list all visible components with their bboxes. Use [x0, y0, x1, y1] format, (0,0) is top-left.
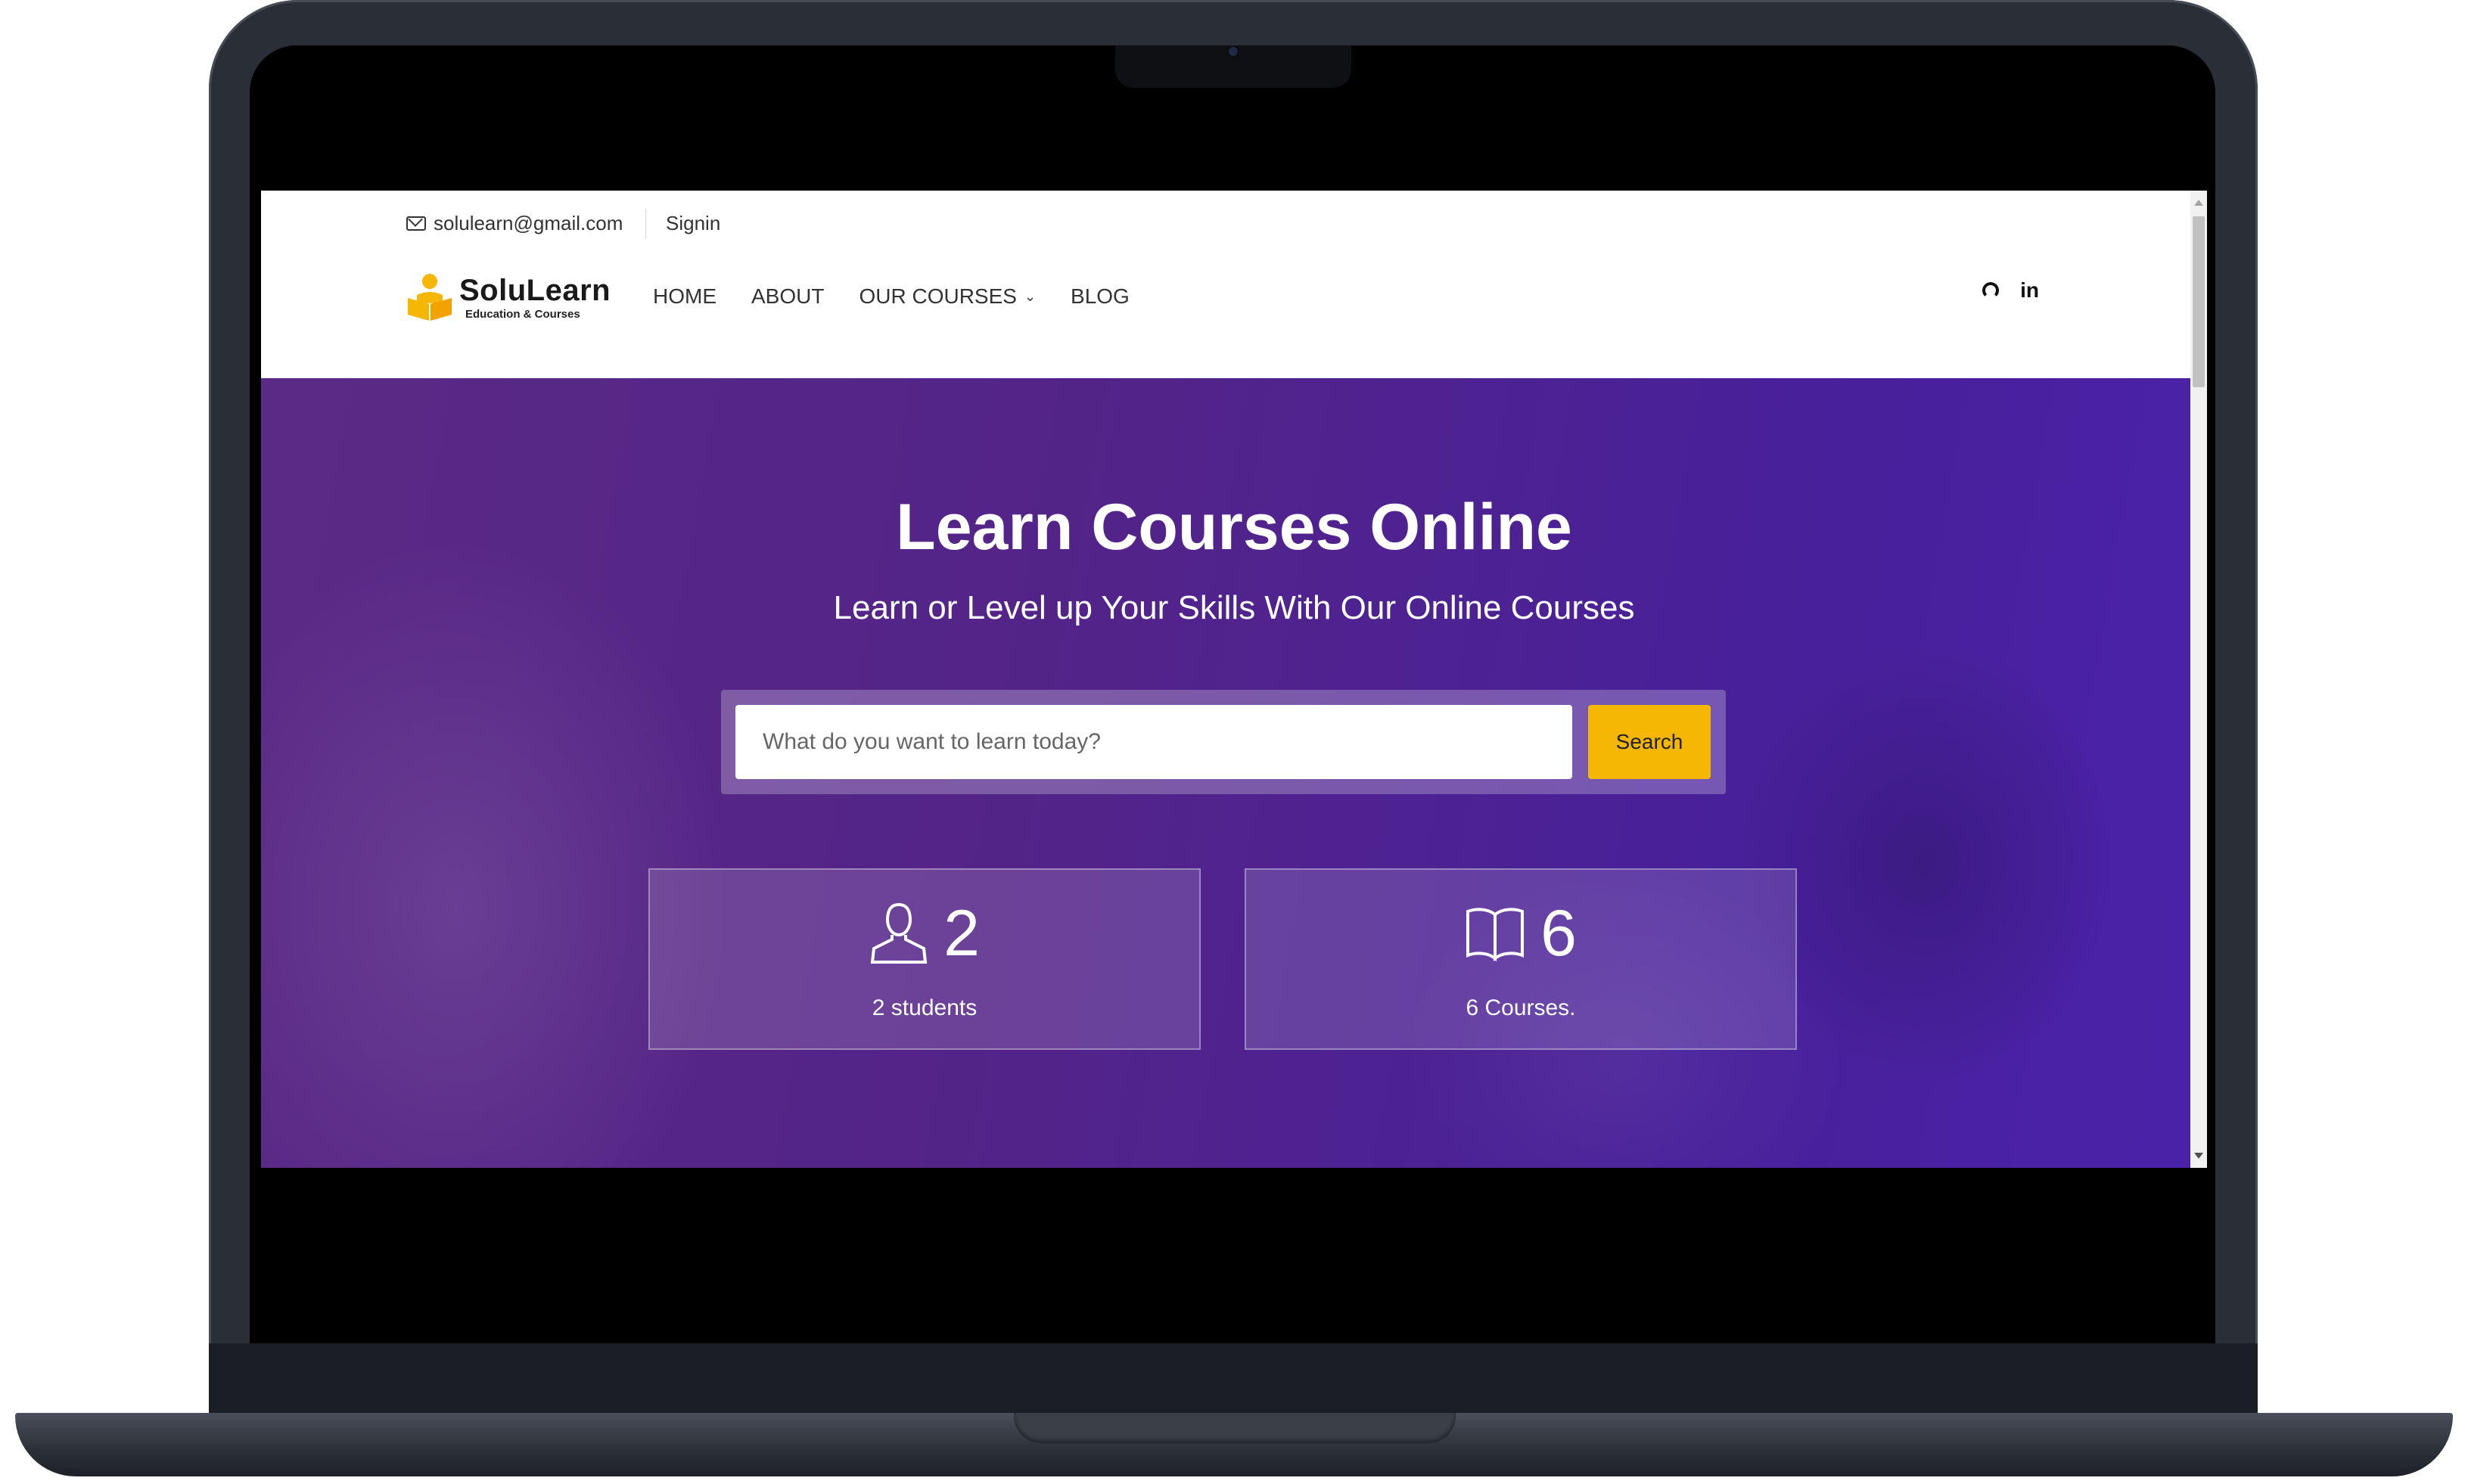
brand-name: SoluLearn — [459, 273, 611, 307]
nav-about[interactable]: ABOUT — [751, 281, 824, 312]
github-icon[interactable] — [1982, 282, 2000, 299]
camera-icon — [1229, 47, 1238, 56]
scroll-down-arrow-icon[interactable] — [2194, 1153, 2203, 1159]
top-bar-divider — [645, 209, 646, 239]
top-bar: solulearn@gmail.com Signin — [261, 191, 2207, 256]
search-form: Search — [721, 690, 1726, 794]
nav-home-label: HOME — [653, 284, 716, 308]
hero-subtitle: Learn or Level up Your Skills With Our O… — [833, 589, 1635, 626]
scroll-up-arrow-icon[interactable] — [2194, 200, 2203, 206]
nav-our-courses[interactable]: OUR COURSES ⌄ — [859, 281, 1036, 312]
nav-blog[interactable]: BLOG — [1071, 281, 1130, 312]
user-icon — [869, 902, 928, 965]
hero-title: Learn Courses Online — [896, 491, 1572, 563]
scroll-thumb[interactable] — [2193, 216, 2205, 387]
mail-icon — [406, 216, 426, 231]
nav-blog-label: BLOG — [1071, 284, 1130, 308]
search-input[interactable] — [735, 705, 1572, 779]
students-count: 2 — [943, 897, 980, 970]
nav-our-courses-label: OUR COURSES — [859, 284, 1017, 308]
site-logo[interactable]: SoluLearn Education & Courses — [406, 272, 611, 322]
nav-home[interactable]: HOME — [653, 281, 716, 312]
contact-email-text: solulearn@gmail.com — [434, 211, 623, 234]
laptop-chin — [209, 1343, 2258, 1419]
laptop-base-lip — [1014, 1413, 1456, 1443]
chevron-down-icon: ⌄ — [1024, 288, 1037, 304]
brand-tagline: Education & Courses — [465, 307, 580, 321]
students-label: 2 students — [872, 995, 978, 1020]
book-icon — [1465, 905, 1525, 961]
logo-reader-icon — [406, 272, 453, 322]
social-links: in — [1982, 278, 2039, 303]
linkedin-icon[interactable]: in — [2020, 278, 2039, 303]
main-nav: HOME ABOUT OUR COURSES ⌄ BLOG — [653, 281, 1164, 312]
courses-label: 6 Courses. — [1466, 995, 1576, 1020]
contact-email[interactable]: solulearn@gmail.com — [406, 206, 623, 241]
page-scrollbar[interactable] — [2190, 191, 2207, 1168]
courses-count: 6 — [1540, 897, 1577, 970]
search-button[interactable]: Search — [1588, 705, 1711, 779]
courses-stat-card: 6 6 Courses. — [1245, 868, 1797, 1050]
nav-about-label: ABOUT — [751, 284, 825, 308]
signin-link[interactable]: Signin — [666, 206, 720, 241]
students-stat-card: 2 2 students — [648, 868, 1201, 1050]
browser-viewport: solulearn@gmail.com Signin SoluLearn Edu… — [261, 191, 2207, 1168]
